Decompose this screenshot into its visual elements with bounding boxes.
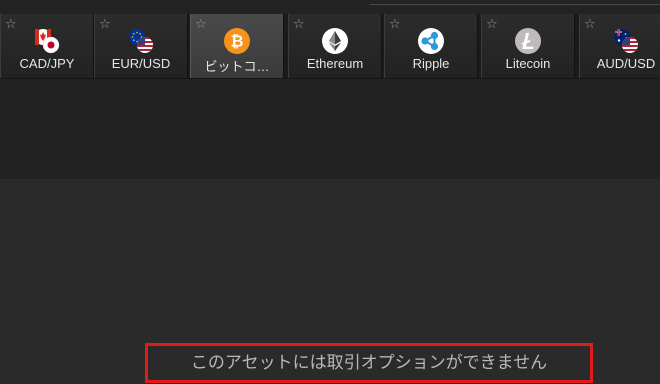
litecoin-icon bbox=[515, 28, 541, 54]
tab-label: Ripple bbox=[412, 56, 450, 71]
favorite-star-icon[interactable]: ☆ bbox=[584, 18, 596, 31]
favorite-star-icon[interactable]: ☆ bbox=[486, 18, 498, 31]
asset-tabs-bar: ☆ CAD/JPY ☆ EUR/USD ☆ ₿ ビットコ… ☆ Ethereum… bbox=[0, 14, 660, 79]
tab-bitcoin[interactable]: ☆ ₿ ビットコ… bbox=[190, 14, 284, 78]
tab-cad-jpy[interactable]: ☆ CAD/JPY bbox=[0, 14, 94, 78]
tab-ethereum[interactable]: ☆ Ethereum bbox=[288, 14, 382, 78]
tab-label: Ethereum bbox=[306, 56, 364, 71]
ethereum-icon bbox=[322, 28, 348, 54]
ripple-icon bbox=[418, 28, 444, 54]
svg-text:₿: ₿ bbox=[230, 32, 243, 51]
top-divider bbox=[370, 4, 660, 5]
favorite-star-icon[interactable]: ☆ bbox=[389, 18, 401, 31]
tab-eur-usd[interactable]: ☆ EUR/USD bbox=[94, 14, 188, 78]
bitcoin-icon: ₿ bbox=[224, 28, 250, 54]
favorite-star-icon[interactable]: ☆ bbox=[195, 18, 207, 31]
favorite-star-icon[interactable]: ☆ bbox=[99, 18, 111, 31]
tab-label: Litecoin bbox=[505, 56, 551, 71]
tab-label: AUD/USD bbox=[596, 56, 656, 71]
tab-litecoin[interactable]: ☆ Litecoin bbox=[481, 14, 575, 78]
eur-usd-flags-icon bbox=[129, 29, 153, 53]
unavailable-notice: このアセットには取引オプションができません bbox=[145, 343, 593, 383]
tab-label: ビットコ… bbox=[204, 59, 270, 74]
header-band bbox=[0, 79, 660, 179]
aud-usd-flags-icon bbox=[614, 29, 638, 53]
cad-jpy-flags-icon bbox=[35, 29, 60, 54]
tab-label: CAD/JPY bbox=[19, 56, 75, 71]
favorite-star-icon[interactable]: ☆ bbox=[293, 18, 305, 31]
tab-ripple[interactable]: ☆ Ripple bbox=[384, 14, 478, 78]
favorite-star-icon[interactable]: ☆ bbox=[5, 18, 17, 31]
tab-label: EUR/USD bbox=[111, 56, 171, 71]
tab-aud-usd[interactable]: ☆ AUD/USD bbox=[579, 14, 660, 78]
